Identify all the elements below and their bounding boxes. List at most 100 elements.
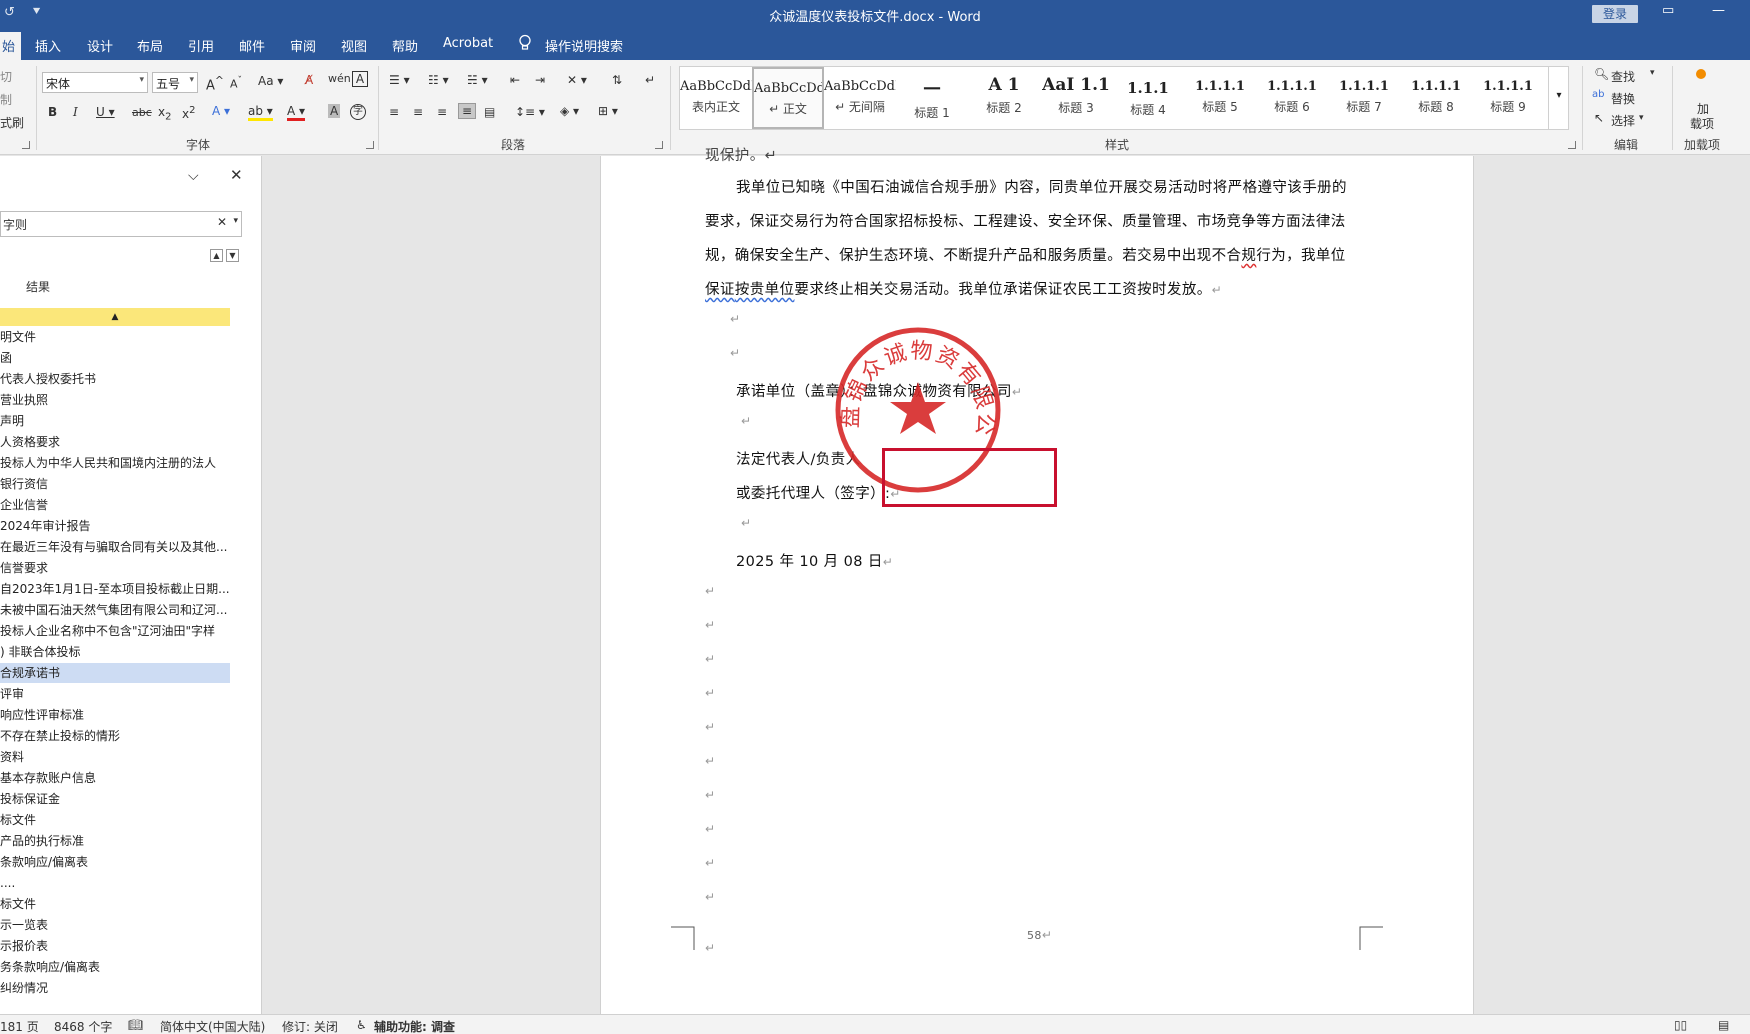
nav-heading-item[interactable]: 纠纷情况 [0,978,230,998]
nav-heading-item[interactable]: 企业信誉 [0,495,230,515]
pane-options-icon[interactable]: ⌵ [188,168,199,184]
nav-heading-item[interactable]: ) 非联合体投标 [0,642,230,662]
bold-icon[interactable]: B [48,105,57,119]
replace-button[interactable]: 替换 [1611,90,1635,107]
character-shading-icon[interactable]: A [328,104,341,118]
align-center-icon[interactable]: ≡ [413,105,423,119]
select-icon[interactable]: ↖ [1594,111,1604,125]
accessibility-icon[interactable]: ♿︎ [356,1018,367,1032]
nav-heading-item[interactable]: 银行资信 [0,474,230,494]
format-painter-button[interactable]: 式刷 [0,114,24,131]
language-indicator[interactable]: 简体中文(中国大陆) [160,1018,265,1034]
nav-heading-item[interactable]: 响应性评审标准 [0,705,230,725]
style-item-heading-3[interactable]: AaI 1.1 标题 3 [1040,67,1112,129]
find-button[interactable]: 查找 [1611,68,1635,85]
text-effects-icon[interactable]: A ▾ [212,104,230,118]
style-item-table-body[interactable]: AaBbCcDdI 表内正文 [680,67,752,129]
nav-heading-item[interactable]: 2024年审计报告 [0,516,230,536]
cut-button[interactable]: 切 [0,68,12,85]
nav-heading-item[interactable]: 评审 [0,684,230,704]
tab-view[interactable]: 视图 [341,36,367,55]
grow-font-icon[interactable]: A^ [206,74,224,93]
nav-heading-item[interactable]: 营业执照 [0,390,230,410]
font-launcher-icon[interactable] [366,141,374,149]
strikethrough-icon[interactable]: abc [132,106,152,119]
style-item-heading-8[interactable]: 1.1.1.1 标题 8 [1400,67,1472,129]
nav-heading-item[interactable]: 标文件 [0,810,230,830]
numbering-icon[interactable]: ☷ ▾ [428,73,449,87]
search-options-icon[interactable]: ▾ [233,216,238,226]
nav-heading-item[interactable]: 自2023年1月1日-至本项目投标截止日期... [0,579,230,599]
nav-heading-item[interactable]: 投标人企业名称中不包含"辽河油田"字样 [0,621,230,641]
multilevel-list-icon[interactable]: ☵ ▾ [467,73,488,87]
chinese-layout-icon[interactable]: ✕ ▾ [567,73,587,87]
nav-heading-item[interactable]: 不存在禁止投标的情形 [0,726,230,746]
clear-formatting-icon[interactable]: A̸ [305,73,313,87]
nav-heading-item[interactable]: 未被中国石油天然气集团有限公司和辽河... [0,600,230,620]
borders-icon[interactable]: ⊞ ▾ [598,104,618,118]
nav-heading-item[interactable]: 信誉要求 [0,558,230,578]
nav-heading-item[interactable]: 产品的执行标准 [0,831,230,851]
minimize-icon[interactable]: — [1712,3,1725,18]
style-item-heading-9[interactable]: 1.1.1.1 标题 9 [1472,67,1544,129]
login-button[interactable]: 登录 [1592,5,1638,23]
style-item-heading-6[interactable]: 1.1.1.1 标题 6 [1256,67,1328,129]
nav-heading-item[interactable]: 资料 [0,747,230,767]
bullets-icon[interactable]: ☰ ▾ [389,73,410,87]
nav-heading-item[interactable]: .... [0,873,230,893]
tab-references[interactable]: 引用 [188,36,214,55]
show-marks-icon[interactable]: ↵ [645,73,655,87]
tell-me-search[interactable]: 操作说明搜索 [545,36,623,55]
character-border-icon[interactable]: A [352,71,368,87]
styles-more-icon[interactable]: ▾ [1548,66,1569,130]
style-item-heading-4[interactable]: 1.1.1 标题 4 [1112,67,1184,129]
styles-launcher-icon[interactable] [1568,141,1576,149]
page-count[interactable]: 181 页 [0,1018,39,1034]
tab-layout[interactable]: 布局 [137,36,163,55]
navigation-search-input[interactable]: 字则 ✕ ▾ [0,211,242,237]
shrink-font-icon[interactable]: Aˇ [230,75,242,91]
ribbon-display-options-icon[interactable]: ▭ [1662,3,1674,18]
tab-review[interactable]: 审阅 [290,36,316,55]
justify-icon[interactable]: ≡ [458,103,477,119]
find-dropdown-icon[interactable]: ▾ [1650,68,1655,78]
align-left-icon[interactable]: ≡ [389,105,399,119]
read-mode-icon[interactable]: ▯▯ [1674,1018,1687,1032]
nav-heading-item[interactable]: 声明 [0,411,230,431]
align-right-icon[interactable]: ≡ [437,105,447,119]
decrease-indent-icon[interactable]: ⇤ [510,73,520,87]
select-dropdown-icon[interactable]: ▾ [1639,113,1644,123]
style-item-no-spacing[interactable]: AaBbCcDdI ↵ 无间隔 [824,67,896,129]
find-icon[interactable]: 🔍︎ [1594,67,1609,81]
clipboard-launcher-icon[interactable] [22,141,30,149]
tab-help[interactable]: 帮助 [392,36,418,55]
next-result-icon[interactable]: ▼ [226,249,239,262]
nav-heading-item[interactable]: 条款响应/偏离表 [0,852,230,872]
copy-button[interactable]: 制 [0,91,12,108]
subscript-icon[interactable]: x2 [158,105,171,122]
tab-acrobat[interactable]: Acrobat [443,36,493,51]
nav-heading-item[interactable]: 务条款响应/偏离表 [0,957,230,977]
nav-heading-item[interactable]: 明文件 [0,327,230,347]
nav-heading-item[interactable]: 合规承诺书 [0,663,230,683]
font-color-icon[interactable]: A ▾ [287,104,306,121]
proofing-icon[interactable]: 📖︎ [128,1018,143,1032]
nav-heading-item[interactable]: 投标人为中华人民共和国境内注册的法人 [0,453,230,473]
underline-icon[interactable]: U ▾ [96,105,115,119]
italic-icon[interactable]: I [73,105,78,119]
superscript-icon[interactable]: x2 [182,105,195,121]
document-page[interactable]: 现保护。↵ 我单位已知晓《中国石油诚信合规手册》内容，同贵单位开展交易活动时将严… [600,148,1474,1014]
style-item-heading-5[interactable]: 1.1.1.1 标题 5 [1184,67,1256,129]
clear-search-icon[interactable]: ✕ [217,215,227,229]
tab-design[interactable]: 设计 [87,36,113,55]
select-button[interactable]: 选择 [1611,112,1635,129]
track-changes-status[interactable]: 修订: 关闭 [282,1018,338,1034]
style-item-heading-1[interactable]: 一 标题 1 [896,67,968,129]
addins-icon[interactable] [1696,69,1706,79]
previous-result-icon[interactable]: ▲ [210,249,223,262]
paragraph-launcher-icon[interactable] [655,141,663,149]
nav-heading-item[interactable]: 示一览表 [0,915,230,935]
word-count[interactable]: 8468 个字 [54,1018,112,1034]
nav-heading-item[interactable]: 基本存款账户信息 [0,768,230,788]
nav-heading-item[interactable]: 标文件 [0,894,230,914]
